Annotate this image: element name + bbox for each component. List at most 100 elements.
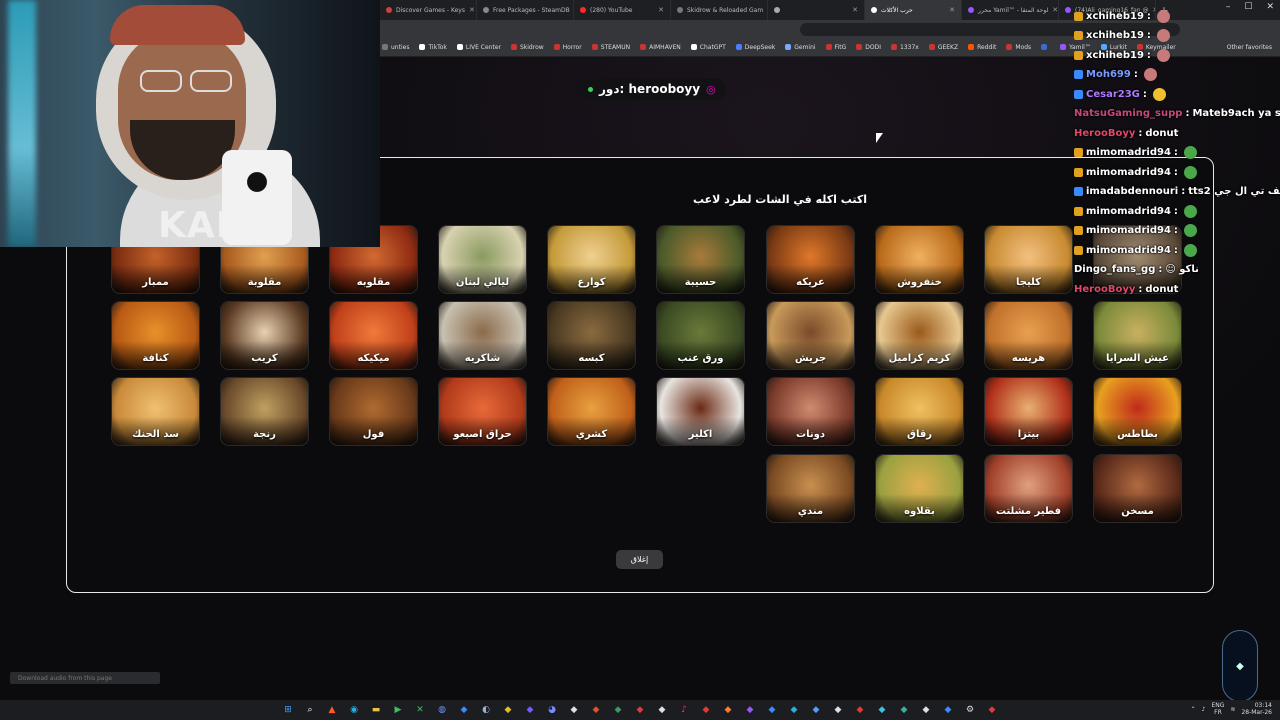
food-tile[interactable]: بقلاوه xyxy=(876,455,963,522)
food-tile[interactable]: ورق عنب xyxy=(657,302,744,369)
food-tile[interactable]: بطاطس xyxy=(1094,378,1181,445)
folder-icon[interactable]: ▬ xyxy=(368,702,384,718)
close-modal-button[interactable]: إغلاق xyxy=(616,550,663,569)
app-icon[interactable]: ▶ xyxy=(390,702,406,718)
clock[interactable]: 03:14 28-Mar-26 xyxy=(1241,702,1272,716)
bookmark-item[interactable]: DODI xyxy=(856,44,881,51)
food-tile[interactable]: كريب xyxy=(221,302,308,369)
chat-username[interactable]: mimomadrid94 xyxy=(1086,245,1171,256)
app-icon[interactable]: ◆ xyxy=(808,702,824,718)
browser-tab[interactable]: ✕ xyxy=(768,0,865,20)
globe-icon[interactable]: ◍ xyxy=(434,702,450,718)
chat-username[interactable]: xchiheb19 xyxy=(1086,11,1144,22)
chat-username[interactable]: mimomadrid94 xyxy=(1086,147,1171,158)
steam-icon[interactable]: ◐ xyxy=(478,702,494,718)
food-tile[interactable]: كريم كراميل xyxy=(876,302,963,369)
app-icon[interactable]: ◆ xyxy=(588,702,604,718)
app-icon[interactable]: ◆ xyxy=(896,702,912,718)
browser-tab[interactable]: حرب الأكلات ✕ xyxy=(865,0,962,20)
bookmark-item[interactable]: LIVE Center xyxy=(456,44,501,51)
app-icon[interactable]: ◆ xyxy=(984,702,1000,718)
app-icon[interactable]: ◆ xyxy=(566,702,582,718)
bookmark-item[interactable]: FitG xyxy=(825,44,846,51)
food-tile[interactable]: فطير مشلتت xyxy=(985,455,1072,522)
food-tile[interactable]: كوارع xyxy=(548,226,635,293)
tiktok-icon[interactable]: ♪ xyxy=(676,702,692,718)
chevron-up-icon[interactable]: ⌃ xyxy=(1191,706,1196,713)
chat-username[interactable]: xchiheb19 xyxy=(1086,30,1144,41)
food-tile[interactable]: بيتزا xyxy=(985,378,1072,445)
chat-username[interactable]: mimomadrid94 xyxy=(1086,206,1171,217)
browser-tab[interactable]: (280) YouTube ✕ xyxy=(574,0,671,20)
bookmark-item[interactable]: Gemini xyxy=(785,44,816,51)
app-icon[interactable]: ◆ xyxy=(830,702,846,718)
app-icon[interactable]: ◆ xyxy=(786,702,802,718)
search-icon[interactable]: ⌕ xyxy=(302,702,318,718)
food-tile[interactable]: حسيبة xyxy=(657,226,744,293)
browser-tab[interactable]: Discover Games - Keys ✕ xyxy=(380,0,477,20)
chat-username[interactable]: Moh699 xyxy=(1086,69,1131,80)
food-tile[interactable]: مندي xyxy=(767,455,854,522)
food-tile[interactable]: مسخن xyxy=(1094,455,1181,522)
close-tab-icon[interactable]: ✕ xyxy=(1052,6,1058,14)
discord-icon[interactable]: ◕ xyxy=(544,702,560,718)
food-tile[interactable]: كليجا xyxy=(985,226,1072,293)
bookmark-item[interactable]: GEEKZ xyxy=(928,44,958,51)
chat-username[interactable]: imadabdennouri xyxy=(1086,186,1178,197)
start-icon[interactable]: ⊞ xyxy=(280,702,296,718)
browser-tab[interactable]: Skidrow & Reloaded Gam✕ xyxy=(671,0,768,20)
food-tile[interactable]: رنجة xyxy=(221,378,308,445)
app-icon[interactable]: ◆ xyxy=(852,702,868,718)
food-tile[interactable]: كبسه xyxy=(548,302,635,369)
close-tab-icon[interactable]: ✕ xyxy=(658,6,664,14)
brave-icon[interactable]: ▲ xyxy=(324,702,340,718)
browser-tab[interactable]: محرر Yamil™ - لوحة المتقا ✕ xyxy=(962,0,1059,20)
language-indicator[interactable]: ENG FR xyxy=(1211,702,1224,716)
food-tile[interactable]: شاكريه xyxy=(439,302,526,369)
app-icon[interactable]: ◆ xyxy=(874,702,890,718)
food-tile[interactable]: ليالي لبنان xyxy=(439,226,526,293)
food-tile[interactable]: جريش xyxy=(767,302,854,369)
app-icon[interactable]: ◆ xyxy=(654,702,670,718)
chat-username[interactable]: HerooBoyy xyxy=(1074,284,1135,295)
volume-icon[interactable]: ♪ xyxy=(1202,706,1206,713)
app-icon[interactable]: ◆ xyxy=(632,702,648,718)
food-tile[interactable]: عيش السرايا xyxy=(1094,302,1181,369)
food-tile[interactable]: خنفروش xyxy=(876,226,963,293)
app-icon[interactable]: ◆ xyxy=(500,702,516,718)
food-tile[interactable]: هريسه xyxy=(985,302,1072,369)
bookmark-item[interactable]: AIMHAVEN xyxy=(640,44,681,51)
food-tile[interactable]: عريكه xyxy=(767,226,854,293)
bookmark-item[interactable]: TikTok xyxy=(419,44,447,51)
bookmark-item[interactable]: unties xyxy=(382,44,409,51)
close-tab-icon[interactable]: ✕ xyxy=(469,6,475,14)
browser-tab[interactable]: Free Packages - SteamDB✕ xyxy=(477,0,574,20)
download-audio-hint[interactable]: Download audio from this page xyxy=(10,672,160,684)
chat-username[interactable]: Dingo_fans_gg xyxy=(1074,264,1155,275)
chat-username[interactable]: mimomadrid94 xyxy=(1086,167,1171,178)
close-tab-icon[interactable]: ✕ xyxy=(852,6,858,14)
close-tab-icon[interactable]: ✕ xyxy=(949,6,955,14)
app-icon[interactable]: ◆ xyxy=(940,702,956,718)
food-tile[interactable]: كشري xyxy=(548,378,635,445)
app-icon[interactable]: ◆ xyxy=(610,702,626,718)
chat-username[interactable]: Cesar23G xyxy=(1086,89,1140,100)
bookmark-item[interactable]: Reddit xyxy=(968,44,996,51)
settings-icon[interactable]: ⚙ xyxy=(962,702,978,718)
bookmark-item[interactable]: STEAMUN xyxy=(591,44,630,51)
bookmark-item[interactable]: 1337x xyxy=(891,44,919,51)
bookmark-item[interactable] xyxy=(1041,44,1050,50)
food-tile[interactable]: ميكيكه xyxy=(330,302,417,369)
app-icon[interactable]: ◆ xyxy=(698,702,714,718)
food-tile[interactable]: رقاق xyxy=(876,378,963,445)
app-icon[interactable]: ◆ xyxy=(522,702,538,718)
bookmark-item[interactable]: Horror xyxy=(553,44,582,51)
chat-username[interactable]: HerooBoyy xyxy=(1074,128,1135,139)
bookmark-item[interactable]: ChatGPT xyxy=(690,44,726,51)
bookmark-item[interactable]: Mods xyxy=(1006,44,1031,51)
app-icon[interactable]: ◆ xyxy=(764,702,780,718)
app-icon[interactable]: ◆ xyxy=(720,702,736,718)
bookmark-item[interactable]: DeepSeek xyxy=(735,44,775,51)
edge-icon[interactable]: ◉ xyxy=(346,702,362,718)
food-tile[interactable]: اكلير xyxy=(657,378,744,445)
